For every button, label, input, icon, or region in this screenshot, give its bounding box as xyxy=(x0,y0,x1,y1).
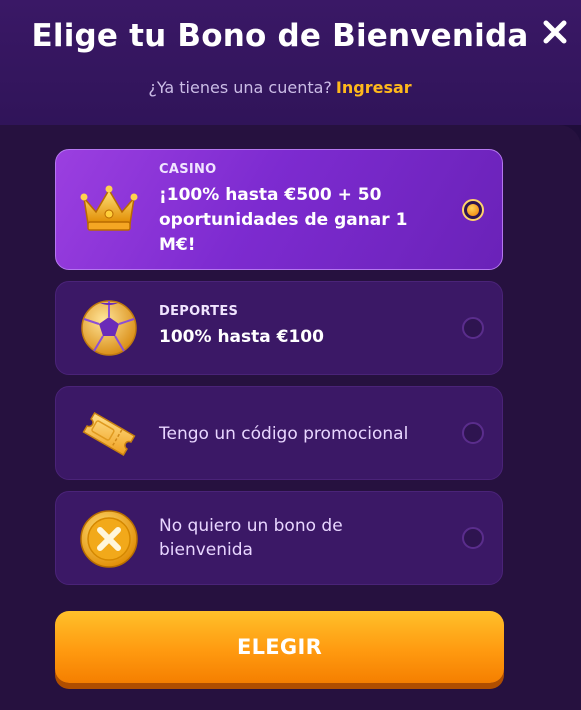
close-icon xyxy=(543,20,567,44)
option-category: CASINO xyxy=(159,162,217,177)
option-promo-text: Tengo un código promocional xyxy=(159,422,442,446)
option-description: 100% hasta €100 xyxy=(159,327,324,347)
modal-title: Elige tu Bono de Bienvenida xyxy=(31,18,529,54)
login-link[interactable]: Ingresar xyxy=(336,78,412,97)
crown-icon xyxy=(80,185,138,231)
radio-promo-code[interactable] xyxy=(462,422,484,444)
option-no-bonus[interactable]: No quiero un bono de bienvenida xyxy=(55,491,503,585)
login-question: ¿Ya tienes una cuenta? xyxy=(148,78,332,97)
x-coin-icon xyxy=(80,510,138,568)
option-description: No quiero un bono de bienvenida xyxy=(159,516,343,560)
ticket-icon xyxy=(82,411,136,457)
close-button[interactable] xyxy=(539,16,571,48)
option-promo-code[interactable]: Tengo un código promocional xyxy=(55,386,503,480)
elegir-button[interactable]: ELEGIR xyxy=(55,611,504,683)
soccer-ball-icon xyxy=(81,300,137,356)
radio-no-bonus[interactable] xyxy=(462,527,484,549)
option-deportes[interactable]: DEPORTES 100% hasta €100 xyxy=(55,281,503,375)
login-prompt: ¿Ya tienes una cuenta? Ingresar xyxy=(0,78,560,97)
option-category: DEPORTES xyxy=(159,304,239,319)
radio-casino[interactable] xyxy=(462,199,484,221)
modal-header: Elige tu Bono de Bienvenida ¿Ya tienes u… xyxy=(0,0,581,125)
radio-deportes[interactable] xyxy=(462,317,484,339)
option-description: Tengo un código promocional xyxy=(159,424,409,444)
option-casino-text: CASINO ¡100% hasta €500 + 50 oportunidad… xyxy=(159,162,442,258)
option-casino[interactable]: CASINO ¡100% hasta €500 + 50 oportunidad… xyxy=(55,149,503,270)
option-no-bonus-text: No quiero un bono de bienvenida xyxy=(159,514,442,562)
option-description: ¡100% hasta €500 + 50 oportunidades de g… xyxy=(159,185,408,255)
option-deportes-text: DEPORTES 100% hasta €100 xyxy=(159,304,442,350)
